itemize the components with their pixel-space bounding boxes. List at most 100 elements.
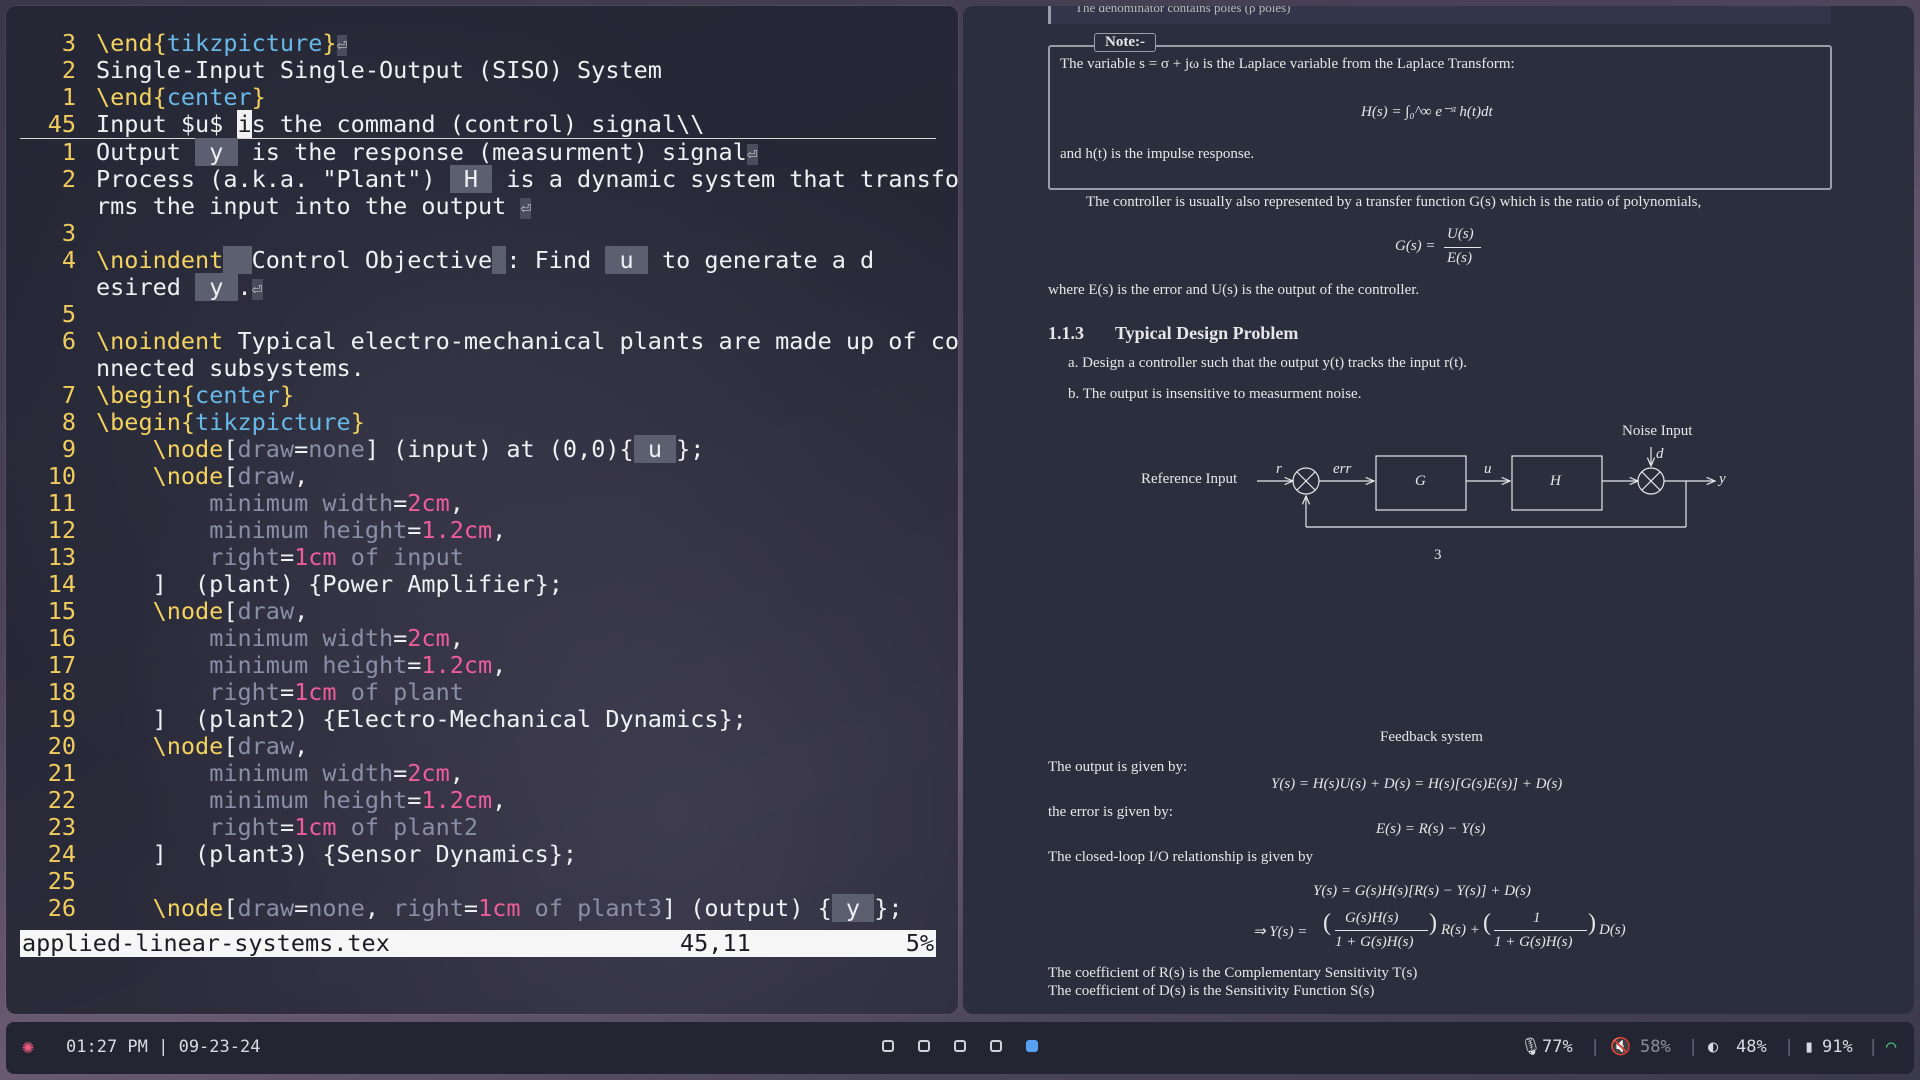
code-token: [ — [223, 732, 238, 760]
code-token: , — [492, 651, 507, 679]
code-token: 1cm — [294, 813, 337, 841]
line-number: 14 — [47, 570, 76, 598]
code-line[interactable]: 9 \node[draw=none] (input) at (0,0){ u }… — [20, 435, 936, 463]
code-token: minimum height — [209, 651, 408, 679]
code-token: Control Objective — [251, 246, 493, 274]
code-line[interactable]: 19 ] (plant2) {Electro-Mechanical Dynami… — [20, 706, 936, 733]
signal-err-label: err — [1333, 461, 1352, 477]
line-number: 22 — [47, 786, 76, 814]
code-token: , — [449, 624, 464, 652]
code-line[interactable]: 5 — [20, 301, 936, 328]
error-equation: E(s) = R(s) − Y(s) — [1376, 821, 1486, 837]
code-line[interactable]: 1 Output y is the response (measurment) s… — [20, 138, 936, 166]
code-line[interactable]: nnected subsystems. — [20, 355, 936, 382]
pdf-viewer-pane[interactable]: The denominator contains poles (ρ poles)… — [963, 6, 1914, 1014]
workspace-5[interactable] — [1026, 1040, 1038, 1052]
code-line[interactable]: 2 Single-Input Single-Output (SISO) Syste… — [20, 57, 936, 84]
code-line[interactable]: 20 \node[draw, — [20, 733, 936, 760]
code-token: right — [393, 894, 464, 922]
code-line[interactable]: 24 ] (plant3) {Sensor Dynamics}; — [20, 841, 936, 868]
reference-input-label: Reference Input — [1141, 471, 1238, 487]
code-token: draw — [237, 732, 295, 760]
code-token: = — [279, 678, 295, 706]
code-line[interactable]: 18 right=1cm of plant — [20, 679, 936, 706]
microphone-icon[interactable]: 🎙 — [1520, 1037, 1542, 1057]
battery-level: 91% — [1822, 1037, 1853, 1057]
code-token: [ — [223, 462, 238, 490]
code-token: \begin{ — [96, 381, 196, 409]
code-line[interactable]: 17 minimum height=1.2cm, — [20, 652, 936, 679]
brightness-icon[interactable]: ◐ — [1708, 1037, 1718, 1057]
code-token: \noindent — [96, 246, 224, 274]
code-line[interactable]: 3 — [20, 220, 936, 247]
code-line[interactable]: 1 \end{center} — [20, 84, 936, 111]
workspace-2[interactable] — [918, 1040, 930, 1052]
code-token: = — [407, 651, 422, 679]
code-token: draw — [237, 462, 295, 490]
code-line[interactable]: 14 ] (plant) {Power Amplifier}; — [20, 571, 936, 598]
microphone-level: 77% — [1542, 1037, 1573, 1057]
code-token: draw — [237, 894, 295, 922]
workspace-3[interactable] — [954, 1040, 966, 1052]
code-line[interactable]: 11 minimum width=2cm, — [20, 490, 936, 517]
code-line[interactable]: 6 \noindent Typical electro-mechanical pl… — [20, 327, 958, 355]
code-token: 1.2cm — [421, 516, 493, 544]
signal-r-label: r — [1276, 461, 1282, 477]
code-token: minimum width — [209, 759, 394, 787]
code-token: to generate a d — [647, 246, 875, 274]
signal-d-label: d — [1656, 446, 1664, 462]
code-line[interactable]: 22 minimum height=1.2cm, — [20, 787, 936, 814]
line-number: 6 — [61, 327, 76, 355]
brightness-level: 48% — [1736, 1037, 1767, 1057]
code-token: right — [209, 678, 280, 706]
coefficient-r-text: The coefficient of R(s) is the Complemen… — [1048, 965, 1418, 981]
code-line[interactable]: 12 minimum height=1.2cm, — [20, 517, 936, 544]
code-token: tikzpicture — [166, 29, 323, 57]
battery-icon: ▮ — [1804, 1037, 1815, 1057]
code-line[interactable]: esired y .⏎ — [20, 273, 936, 301]
code-token: is a dynamic system that transfo — [492, 165, 958, 193]
volume-muted-icon[interactable]: 🔇 — [1610, 1037, 1631, 1057]
code-line[interactable]: rms the input into the output ⏎ — [20, 193, 936, 220]
code-token: [ — [223, 597, 238, 625]
editor-pane[interactable]: 3 \end{tikzpicture}⏎ 2 Single-Input Single-… — [6, 6, 958, 1014]
launcher-icon[interactable]: ✺ — [22, 1034, 34, 1058]
closed-loop-eq-1: Y(s) = G(s)H(s)[R(s) − Y(s)] + D(s) — [1313, 883, 1531, 899]
code-line[interactable]: 25 — [20, 868, 936, 895]
code-token: ] (plant3) {Sensor Dynamics}; — [96, 840, 578, 868]
workspace-4[interactable] — [990, 1040, 1002, 1052]
code-token: is the response (measurment) signal — [237, 138, 747, 166]
code-line[interactable]: 7 \begin{center} — [20, 382, 936, 409]
cursor-line[interactable]: 45 Input $u$ is the command (control) sig… — [20, 110, 936, 139]
code-token: nnected subsystems. — [96, 354, 365, 382]
vim-statusline: applied-linear-systems.tex 45,11 5% — [20, 930, 936, 957]
code-line[interactable]: 16 minimum width=2cm, — [20, 625, 936, 652]
code-line[interactable]: 15 \node[draw, — [20, 598, 936, 625]
code-line[interactable]: 10 \node[draw, — [20, 463, 936, 490]
code-token: [ — [223, 435, 238, 463]
code-buffer[interactable]: 3 \end{tikzpicture}⏎ 2 Single-Input Single-… — [20, 30, 958, 922]
code-line[interactable]: 23 right=1cm of plant2 — [20, 814, 936, 841]
code-line[interactable]: 13 right=1cm of input — [20, 544, 936, 571]
line-number: 19 — [47, 705, 76, 733]
code-line[interactable]: 26 \node[draw=none, right=1cm of plant3]… — [20, 894, 936, 922]
code-token: of plant2 — [336, 813, 479, 841]
code-token: u — [633, 435, 677, 463]
line-number: 18 — [47, 678, 76, 706]
wifi-icon[interactable]: ◠ — [1886, 1037, 1896, 1057]
code-line[interactable]: 21 minimum width=2cm, — [20, 760, 936, 787]
code-token: 1cm — [478, 894, 521, 922]
code-line[interactable]: 3 \end{tikzpicture}⏎ — [20, 30, 936, 57]
code-token: = — [463, 894, 479, 922]
code-token: : Find — [506, 246, 606, 274]
line-number: 26 — [47, 894, 76, 922]
code-line[interactable]: 4 \noindent Control Objective : Find u to… — [20, 246, 936, 274]
workspace-1[interactable] — [882, 1040, 894, 1052]
code-line[interactable]: 8 \begin{tikzpicture} — [20, 409, 936, 436]
code-line[interactable]: 2 Process (a.k.a. "Plant") H is a dynamic… — [20, 165, 958, 193]
code-token: , — [294, 462, 309, 490]
code-token: ⏎ — [746, 144, 758, 165]
